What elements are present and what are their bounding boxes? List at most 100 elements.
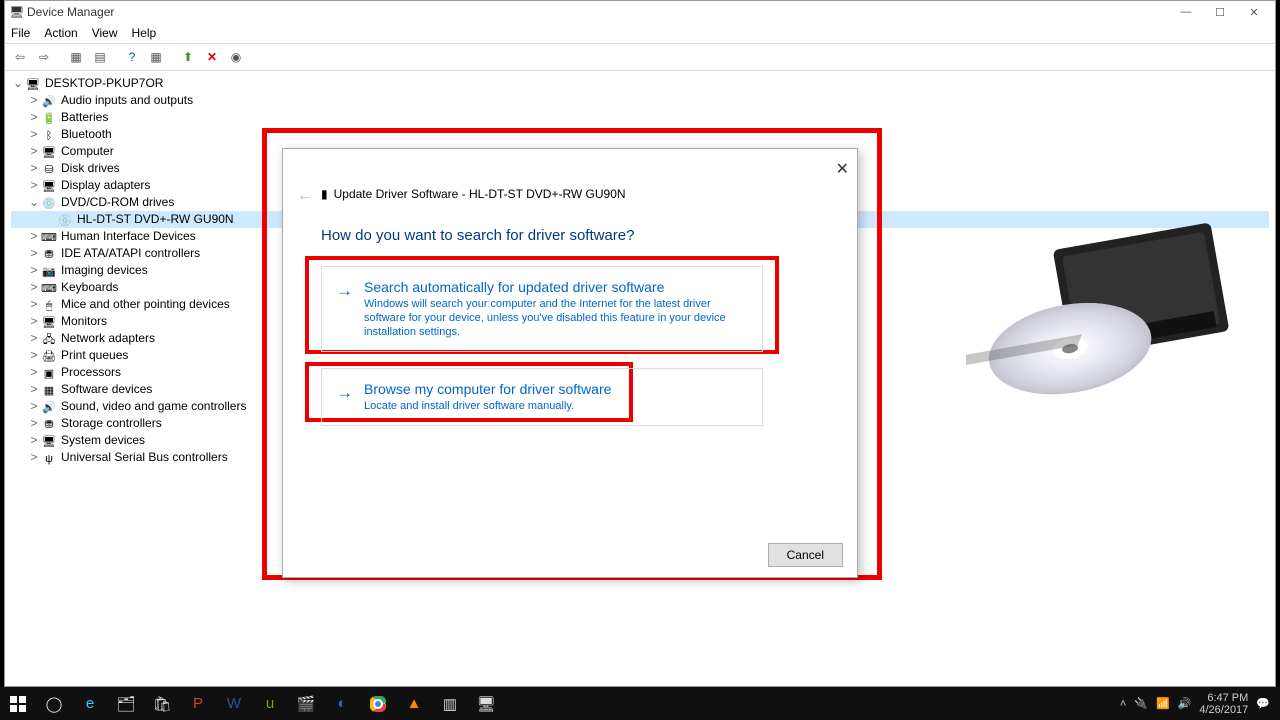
power-icon[interactable]: 🔌 xyxy=(1134,697,1148,710)
tree-item-label: System devices xyxy=(61,432,145,449)
option1-title: Search automatically for updated driver … xyxy=(364,279,748,295)
device-icon: 🖥 xyxy=(41,434,57,448)
movie-maker-icon[interactable]: 🎬 xyxy=(288,687,324,720)
chevron-icon[interactable]: > xyxy=(27,296,41,313)
menu-file[interactable]: File xyxy=(11,26,30,40)
chevron-icon[interactable]: > xyxy=(27,313,41,330)
word-icon[interactable]: W xyxy=(216,687,252,720)
tree-item-label: DVD/CD-ROM drives xyxy=(61,194,174,211)
help-button[interactable]: ? xyxy=(121,46,143,68)
tree-item[interactable]: >🔊Audio inputs and outputs xyxy=(11,92,1269,109)
option1-desc: Windows will search your computer and th… xyxy=(364,297,748,339)
tree-item-label: HL-DT-ST DVD+-RW GU90N xyxy=(77,211,234,228)
wifi-icon[interactable]: 📶 xyxy=(1156,697,1170,710)
option-search-automatically[interactable]: → Search automatically for updated drive… xyxy=(321,266,763,352)
option-browse-computer[interactable]: → Browse my computer for driver software… xyxy=(321,368,763,426)
chevron-icon[interactable]: > xyxy=(27,245,41,262)
show-hidden-button[interactable]: ▦ xyxy=(65,46,87,68)
toolbar: ⇦ ⇨ ▦ ▤ ? ▦ ⬆ ✕ ◉ xyxy=(5,43,1275,71)
window-title: Device Manager xyxy=(27,5,114,19)
cancel-button[interactable]: Cancel xyxy=(768,543,843,567)
close-button[interactable]: ✕ xyxy=(1237,2,1271,22)
dialog-close-button[interactable]: ✕ xyxy=(836,159,849,179)
chevron-icon[interactable]: > xyxy=(27,160,41,177)
device-icon: 🔊 xyxy=(41,400,57,414)
dialog-title: ▮ Update Driver Software - HL-DT-ST DVD+… xyxy=(321,187,626,201)
powerpoint-icon[interactable]: P xyxy=(180,687,216,720)
app-icon-1[interactable]: u xyxy=(252,687,288,720)
date: 4/26/2017 xyxy=(1199,704,1248,716)
tree-item-label: Processors xyxy=(61,364,121,381)
explorer-icon[interactable]: 🗂 xyxy=(108,687,144,720)
panel-icon[interactable]: ▥ xyxy=(432,687,468,720)
tree-item-label: Batteries xyxy=(61,109,108,126)
titlebar: 🖥 Device Manager — ☐ ✕ xyxy=(5,1,1275,23)
chevron-icon[interactable]: > xyxy=(27,398,41,415)
chevron-icon[interactable]: > xyxy=(27,381,41,398)
chevron-icon[interactable]: > xyxy=(27,143,41,160)
notifications-icon[interactable]: 💬 xyxy=(1256,697,1270,710)
chevron-icon[interactable]: > xyxy=(27,449,41,466)
back-button[interactable]: ⇦ xyxy=(9,46,31,68)
chevron-icon[interactable]: > xyxy=(27,364,41,381)
option2-desc: Locate and install driver software manua… xyxy=(364,399,748,413)
device-manager-taskbar-icon[interactable]: 🖥 xyxy=(468,687,504,720)
chevron-down-icon[interactable]: ⌄ xyxy=(11,75,25,92)
time: 6:47 PM xyxy=(1199,692,1248,704)
start-button[interactable] xyxy=(0,687,36,720)
device-icon: ▣ xyxy=(41,366,57,380)
menu-view[interactable]: View xyxy=(92,26,118,40)
tree-item-label: Network adapters xyxy=(61,330,155,347)
chevron-icon[interactable]: > xyxy=(27,177,41,194)
chevron-icon[interactable]: > xyxy=(27,415,41,432)
properties-button[interactable]: ▤ xyxy=(89,46,111,68)
chevron-icon[interactable]: > xyxy=(27,228,41,245)
vlc-icon[interactable]: ▲ xyxy=(396,687,432,720)
tree-item[interactable]: >🔋 Batteries xyxy=(11,109,1269,126)
dialog-question: How do you want to search for driver sof… xyxy=(321,227,827,244)
minimize-button[interactable]: — xyxy=(1169,2,1203,22)
tree-root[interactable]: ⌄ 🖥 DESKTOP-PKUP7OR xyxy=(11,75,1269,92)
device-icon: 🖱 xyxy=(41,298,57,312)
chevron-icon[interactable]: > xyxy=(27,92,41,109)
tree-item-label: Universal Serial Bus controllers xyxy=(61,449,228,466)
scan-hardware-button[interactable]: ◉ xyxy=(225,46,247,68)
volume-icon[interactable]: 🔊 xyxy=(1178,697,1192,710)
tree-item-label: Human Interface Devices xyxy=(61,228,196,245)
menu-help[interactable]: Help xyxy=(132,26,157,40)
chevron-icon[interactable]: > xyxy=(27,262,41,279)
menu-action[interactable]: Action xyxy=(44,26,77,40)
clock[interactable]: 6:47 PM 4/26/2017 xyxy=(1199,692,1248,716)
tray-up-icon[interactable]: ˄ xyxy=(1120,698,1126,710)
store-icon[interactable]: 🛍 xyxy=(144,687,180,720)
tree-item-label: Storage controllers xyxy=(61,415,162,432)
system-tray[interactable]: ˄ 🔌 📶 🔊 6:47 PM 4/26/2017 💬 xyxy=(1120,692,1280,716)
chevron-icon[interactable]: > xyxy=(27,126,41,143)
chevron-icon[interactable]: > xyxy=(27,109,41,126)
app-icon: 🖥 xyxy=(9,5,23,19)
cortana-button[interactable]: ◯ xyxy=(36,687,72,720)
device-icon: 🖥 xyxy=(41,179,57,193)
tree-item-label: Imaging devices xyxy=(61,262,148,279)
uninstall-button[interactable]: ✕ xyxy=(201,46,223,68)
chrome-icon[interactable] xyxy=(360,687,396,720)
maximize-button[interactable]: ☐ xyxy=(1203,2,1237,22)
device-icon: ▦ xyxy=(41,383,57,397)
device-icon: ⛃ xyxy=(41,247,57,261)
update-driver-button[interactable]: ⬆ xyxy=(177,46,199,68)
chevron-icon[interactable]: > xyxy=(27,330,41,347)
edge-icon[interactable]: e xyxy=(72,687,108,720)
arrow-right-icon: → xyxy=(336,383,353,403)
device-icon: ⛃ xyxy=(41,417,57,431)
chevron-icon[interactable]: ⌄ xyxy=(27,194,41,211)
tree-item-label: Sound, video and game controllers xyxy=(61,398,246,415)
dialog-back-button[interactable]: ← xyxy=(297,187,313,205)
app-icon-2[interactable]: ◐ xyxy=(324,687,360,720)
device-icon: 🔋 xyxy=(41,111,57,125)
forward-button[interactable]: ⇨ xyxy=(33,46,55,68)
chevron-icon[interactable]: > xyxy=(27,347,41,364)
computer-icon: 🖥 xyxy=(25,77,41,91)
chevron-icon[interactable]: > xyxy=(27,279,41,296)
chevron-icon[interactable]: > xyxy=(27,432,41,449)
scan-button[interactable]: ▦ xyxy=(145,46,167,68)
